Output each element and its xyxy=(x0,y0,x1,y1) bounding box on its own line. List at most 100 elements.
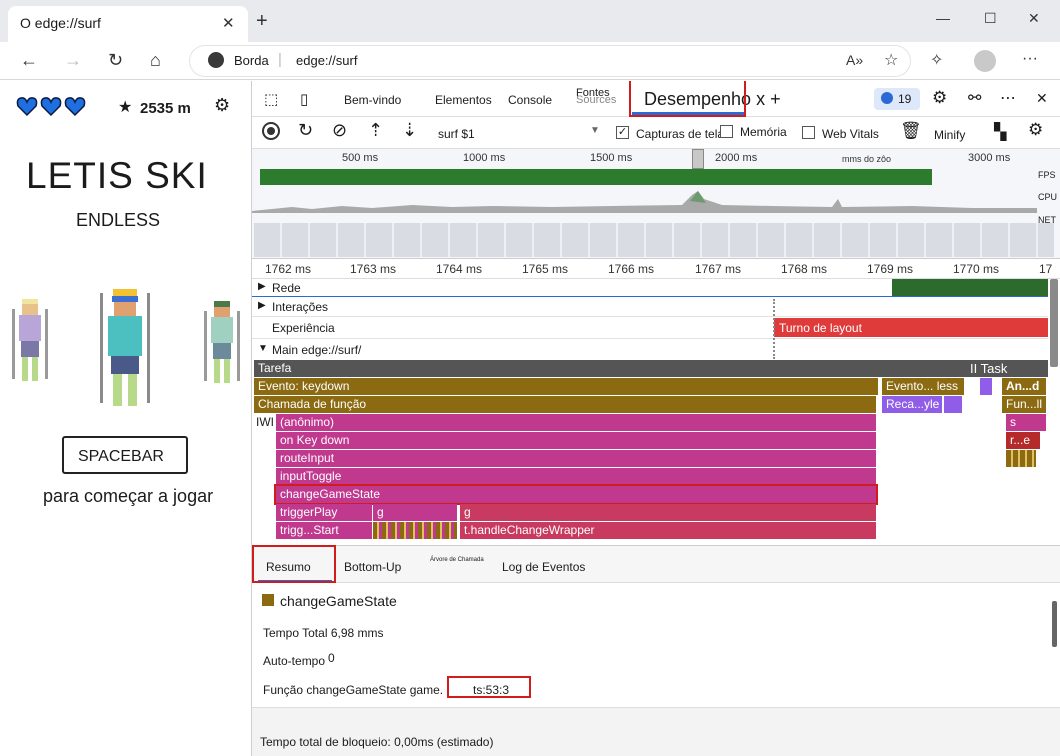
back-icon[interactable]: ← xyxy=(20,50,38,71)
overview-handle[interactable] xyxy=(692,149,704,169)
input-toggle-bar[interactable]: inputToggle xyxy=(276,468,876,485)
ruler-tick: 1763 ms xyxy=(350,262,397,276)
upload-icon[interactable]: ⇡ xyxy=(368,120,383,141)
event-keydown-bar[interactable]: Evento: keydown xyxy=(254,378,878,395)
handle-change-label: t.handleChangeWrapper xyxy=(464,523,595,537)
handle-change-wrapper-bar[interactable]: t.handleChangeWrapper xyxy=(460,522,876,539)
reload-record-icon[interactable]: ↻ xyxy=(298,120,313,141)
favorites-icon[interactable]: ✧ xyxy=(930,50,943,70)
favorite-add-icon[interactable]: ☆ xyxy=(884,50,898,70)
ruler-tick: 1766 ms xyxy=(608,262,655,276)
spacebar-key[interactable]: SPACEBAR xyxy=(62,436,188,474)
forward-icon[interactable]: → xyxy=(64,50,82,71)
new-tab-icon[interactable]: + xyxy=(256,10,268,33)
close-window-icon[interactable]: ✕ xyxy=(1028,10,1040,27)
home-icon[interactable]: ⌂ xyxy=(150,50,161,71)
timeline-scrollbar[interactable] xyxy=(1050,279,1058,367)
maximize-icon[interactable]: ☐ xyxy=(984,10,997,27)
web-vitals-checkbox[interactable] xyxy=(802,126,815,139)
fps-label: FPS xyxy=(1038,170,1056,180)
read-aloud-icon[interactable]: A» xyxy=(846,52,863,68)
devtools-settings-icon[interactable]: ⚙ xyxy=(932,88,947,108)
task-bar[interactable]: Tarefa xyxy=(254,360,1048,377)
anonymous-bar[interactable]: (anônimo) xyxy=(276,414,876,431)
tab-elements[interactable]: Elementos xyxy=(435,93,492,107)
device-toggle-icon[interactable]: ▯ xyxy=(300,90,308,108)
map-icon[interactable]: ▚ xyxy=(994,122,1006,142)
summary-panel: changeGameState Tempo Total 6,98 mms Aut… xyxy=(252,583,1060,707)
re-bar[interactable]: r...e xyxy=(1006,432,1040,449)
track-interactions[interactable]: ▶ Interações xyxy=(252,297,1048,317)
tab-welcome[interactable]: Bem-vindo xyxy=(344,93,401,107)
screenshots-checkbox[interactable]: ✓ xyxy=(616,126,629,139)
issues-badge[interactable]: 19 xyxy=(874,88,920,110)
striped-bar[interactable] xyxy=(1006,450,1036,467)
devtools-more-icon[interactable]: ⋯ xyxy=(1000,88,1016,108)
perf-settings-icon[interactable]: ⚙ xyxy=(1028,120,1043,140)
cpu-chart xyxy=(252,189,1037,213)
and-bar[interactable]: An...d xyxy=(1002,378,1046,395)
trigger-play-bar[interactable]: triggerPlay xyxy=(276,504,372,521)
g-bar-2[interactable]: g xyxy=(460,504,876,521)
g-bar-1[interactable]: g xyxy=(373,504,457,521)
route-input-bar[interactable]: routeInput xyxy=(276,450,876,467)
expand-arrow-icon[interactable]: ▶ xyxy=(258,300,266,311)
address-bar[interactable]: Borda | edge://surf xyxy=(190,46,910,76)
small-recalc-bar[interactable] xyxy=(944,396,962,413)
minify-label[interactable]: Minify xyxy=(934,128,965,142)
tab-console[interactable]: Console xyxy=(508,93,552,107)
ruler-tick: 1762 ms xyxy=(265,262,312,276)
function-call-bar[interactable]: Chamada de função xyxy=(254,396,876,413)
trash-icon[interactable]: 🗑 xyxy=(900,121,922,141)
trigger-start-bar[interactable]: trigg...Start xyxy=(276,522,372,539)
track-main[interactable]: ▼ Main edge://surf/ xyxy=(252,339,1048,359)
tab-event-log[interactable]: Log de Eventos xyxy=(502,560,585,574)
clear-icon[interactable]: ⊘ xyxy=(332,120,347,141)
track-label: Rede xyxy=(272,281,301,295)
blocking-time-footer: Tempo total de bloqueio: 0,00ms (estimad… xyxy=(252,707,1060,756)
minimize-icon[interactable]: — xyxy=(936,10,950,26)
summary-scrollbar[interactable] xyxy=(1052,601,1057,647)
total-time: Tempo Total 6,98 mms xyxy=(263,626,384,640)
browser-toolbar: ← → ↻ ⌂ Borda | edge://surf A» ☆ ✧ ··· xyxy=(0,42,1060,80)
event-bar-2[interactable]: Evento... less xyxy=(882,378,964,395)
settings-gear-icon[interactable]: ⚙ xyxy=(214,95,230,116)
task-label: Tarefa xyxy=(258,361,292,375)
on-key-down-bar[interactable]: on Key down xyxy=(276,432,876,449)
track-label: Experiência xyxy=(272,321,335,335)
collapse-arrow-icon[interactable]: ▼ xyxy=(258,343,268,354)
expand-arrow-icon[interactable]: ▶ xyxy=(258,281,266,292)
tab-bottom-up[interactable]: Bottom-Up xyxy=(344,560,401,574)
customize-icon[interactable]: ⚯ xyxy=(968,88,981,108)
profile-avatar[interactable] xyxy=(974,50,996,72)
small-event-bar[interactable] xyxy=(980,378,992,395)
fun-bar[interactable]: Fun...ll xyxy=(1002,396,1046,413)
game-subtitle: ENDLESS xyxy=(76,210,161,230)
inspect-icon[interactable]: ⬚ xyxy=(264,90,278,108)
download-icon[interactable]: ⇣ xyxy=(402,120,417,141)
browser-tab[interactable]: O edge://surf ✕ xyxy=(8,6,248,42)
profile-select[interactable]: surf $1 xyxy=(438,127,475,141)
self-time-label: Auto-tempo xyxy=(263,654,326,668)
timeline-overview[interactable]: 500 ms 1000 ms 1500 ms 2000 ms mms do zô… xyxy=(252,149,1060,259)
network-request-bar[interactable] xyxy=(892,279,1048,296)
more-menu-icon[interactable]: ··· xyxy=(1022,50,1038,68)
profile-dropdown-icon[interactable]: ▼ xyxy=(590,125,600,136)
overview-tick: mms do zôo xyxy=(842,154,892,164)
event-label: Evento: keydown xyxy=(258,379,350,393)
s-bar[interactable]: s xyxy=(1006,414,1046,431)
refresh-icon[interactable]: ↻ xyxy=(108,50,123,71)
tab-close-icon[interactable]: ✕ xyxy=(222,14,235,32)
devtools-close-icon[interactable]: ✕ xyxy=(1036,90,1048,107)
recalc-style-bar[interactable]: Reca...yle xyxy=(882,396,942,413)
tab-call-tree[interactable]: Árvore de Chamada xyxy=(430,557,484,563)
memory-checkbox[interactable] xyxy=(720,125,733,138)
record-icon[interactable] xyxy=(262,122,280,140)
track-experience[interactable]: Experiência Turno de layout xyxy=(252,317,1048,339)
anon-label: (anônimo) xyxy=(280,415,335,429)
layout-shift-bar[interactable]: Turno de layout xyxy=(774,318,1048,337)
overview-tick: 1000 ms xyxy=(463,152,506,164)
track-network[interactable]: ▶ Rede xyxy=(252,279,1048,297)
mixed-events-bar[interactable] xyxy=(373,522,457,539)
spacebar-label: SPACEBAR xyxy=(78,448,164,465)
